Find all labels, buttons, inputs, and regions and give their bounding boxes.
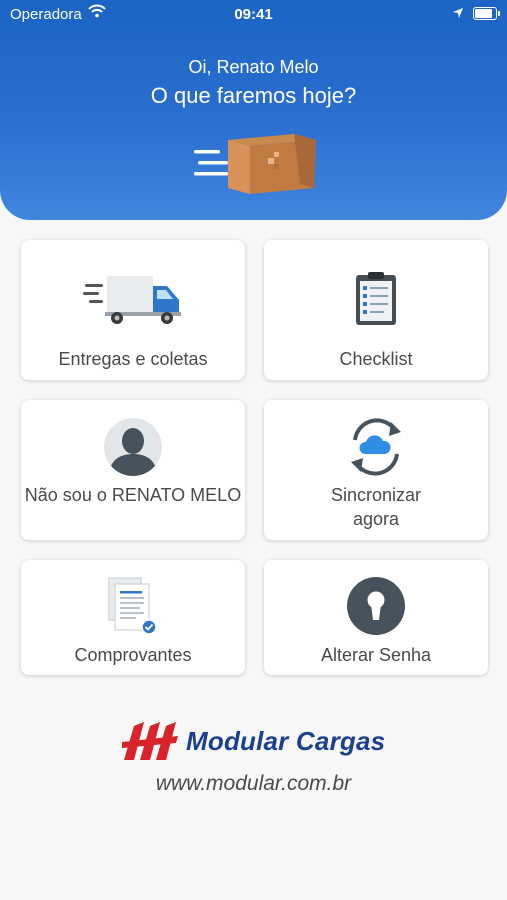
menu-card-label: Sincronizar agora [330,485,422,529]
menu-card-nao-sou[interactable]: Não sou o RENATO MELO [21,400,245,540]
question-text: O que faremos hoje? [150,83,357,108]
menu-card-label: Não sou o RENATO MELO [24,485,242,505]
brand-name: Modular Cargas [186,725,386,756]
menu-card-label: Checklist [339,349,413,369]
menu-card-label: Alterar Senha [320,645,432,665]
battery-icon [473,7,497,20]
menu-card-label: Comprovantes [74,645,192,665]
clipboard-checklist-icon [264,272,488,326]
menu-card-label: Entregas e coletas [58,349,208,369]
location-arrow-icon [452,6,464,23]
modular-logo-icon [122,722,178,760]
moving-box-icon [190,126,320,203]
delivery-truck-icon [21,274,245,326]
keyhole-lock-icon [264,576,488,636]
menu-card-checklist[interactable]: Checklist [264,240,488,380]
clock: 09:41 [234,6,273,23]
header-banner: Operadora 09:41 Oi, Renato Melo O que fa… [0,0,507,220]
menu-card-alterar-senha[interactable]: Alterar Senha [264,560,488,675]
cloud-sync-icon [264,416,488,478]
menu-card-entregas[interactable]: Entregas e coletas [21,240,245,380]
user-avatar-icon [21,417,245,477]
company-logo: Modular Cargas [122,720,385,762]
greeting-text: Oi, Renato Melo [188,57,319,77]
menu-card-sincronizar[interactable]: Sincronizar agora [264,400,488,540]
website-link[interactable]: www.modular.com.br [0,772,507,796]
menu-card-comprovantes[interactable]: Comprovantes [21,560,245,675]
status-bar: Operadora 09:41 [0,0,507,30]
documents-icon [21,576,245,636]
